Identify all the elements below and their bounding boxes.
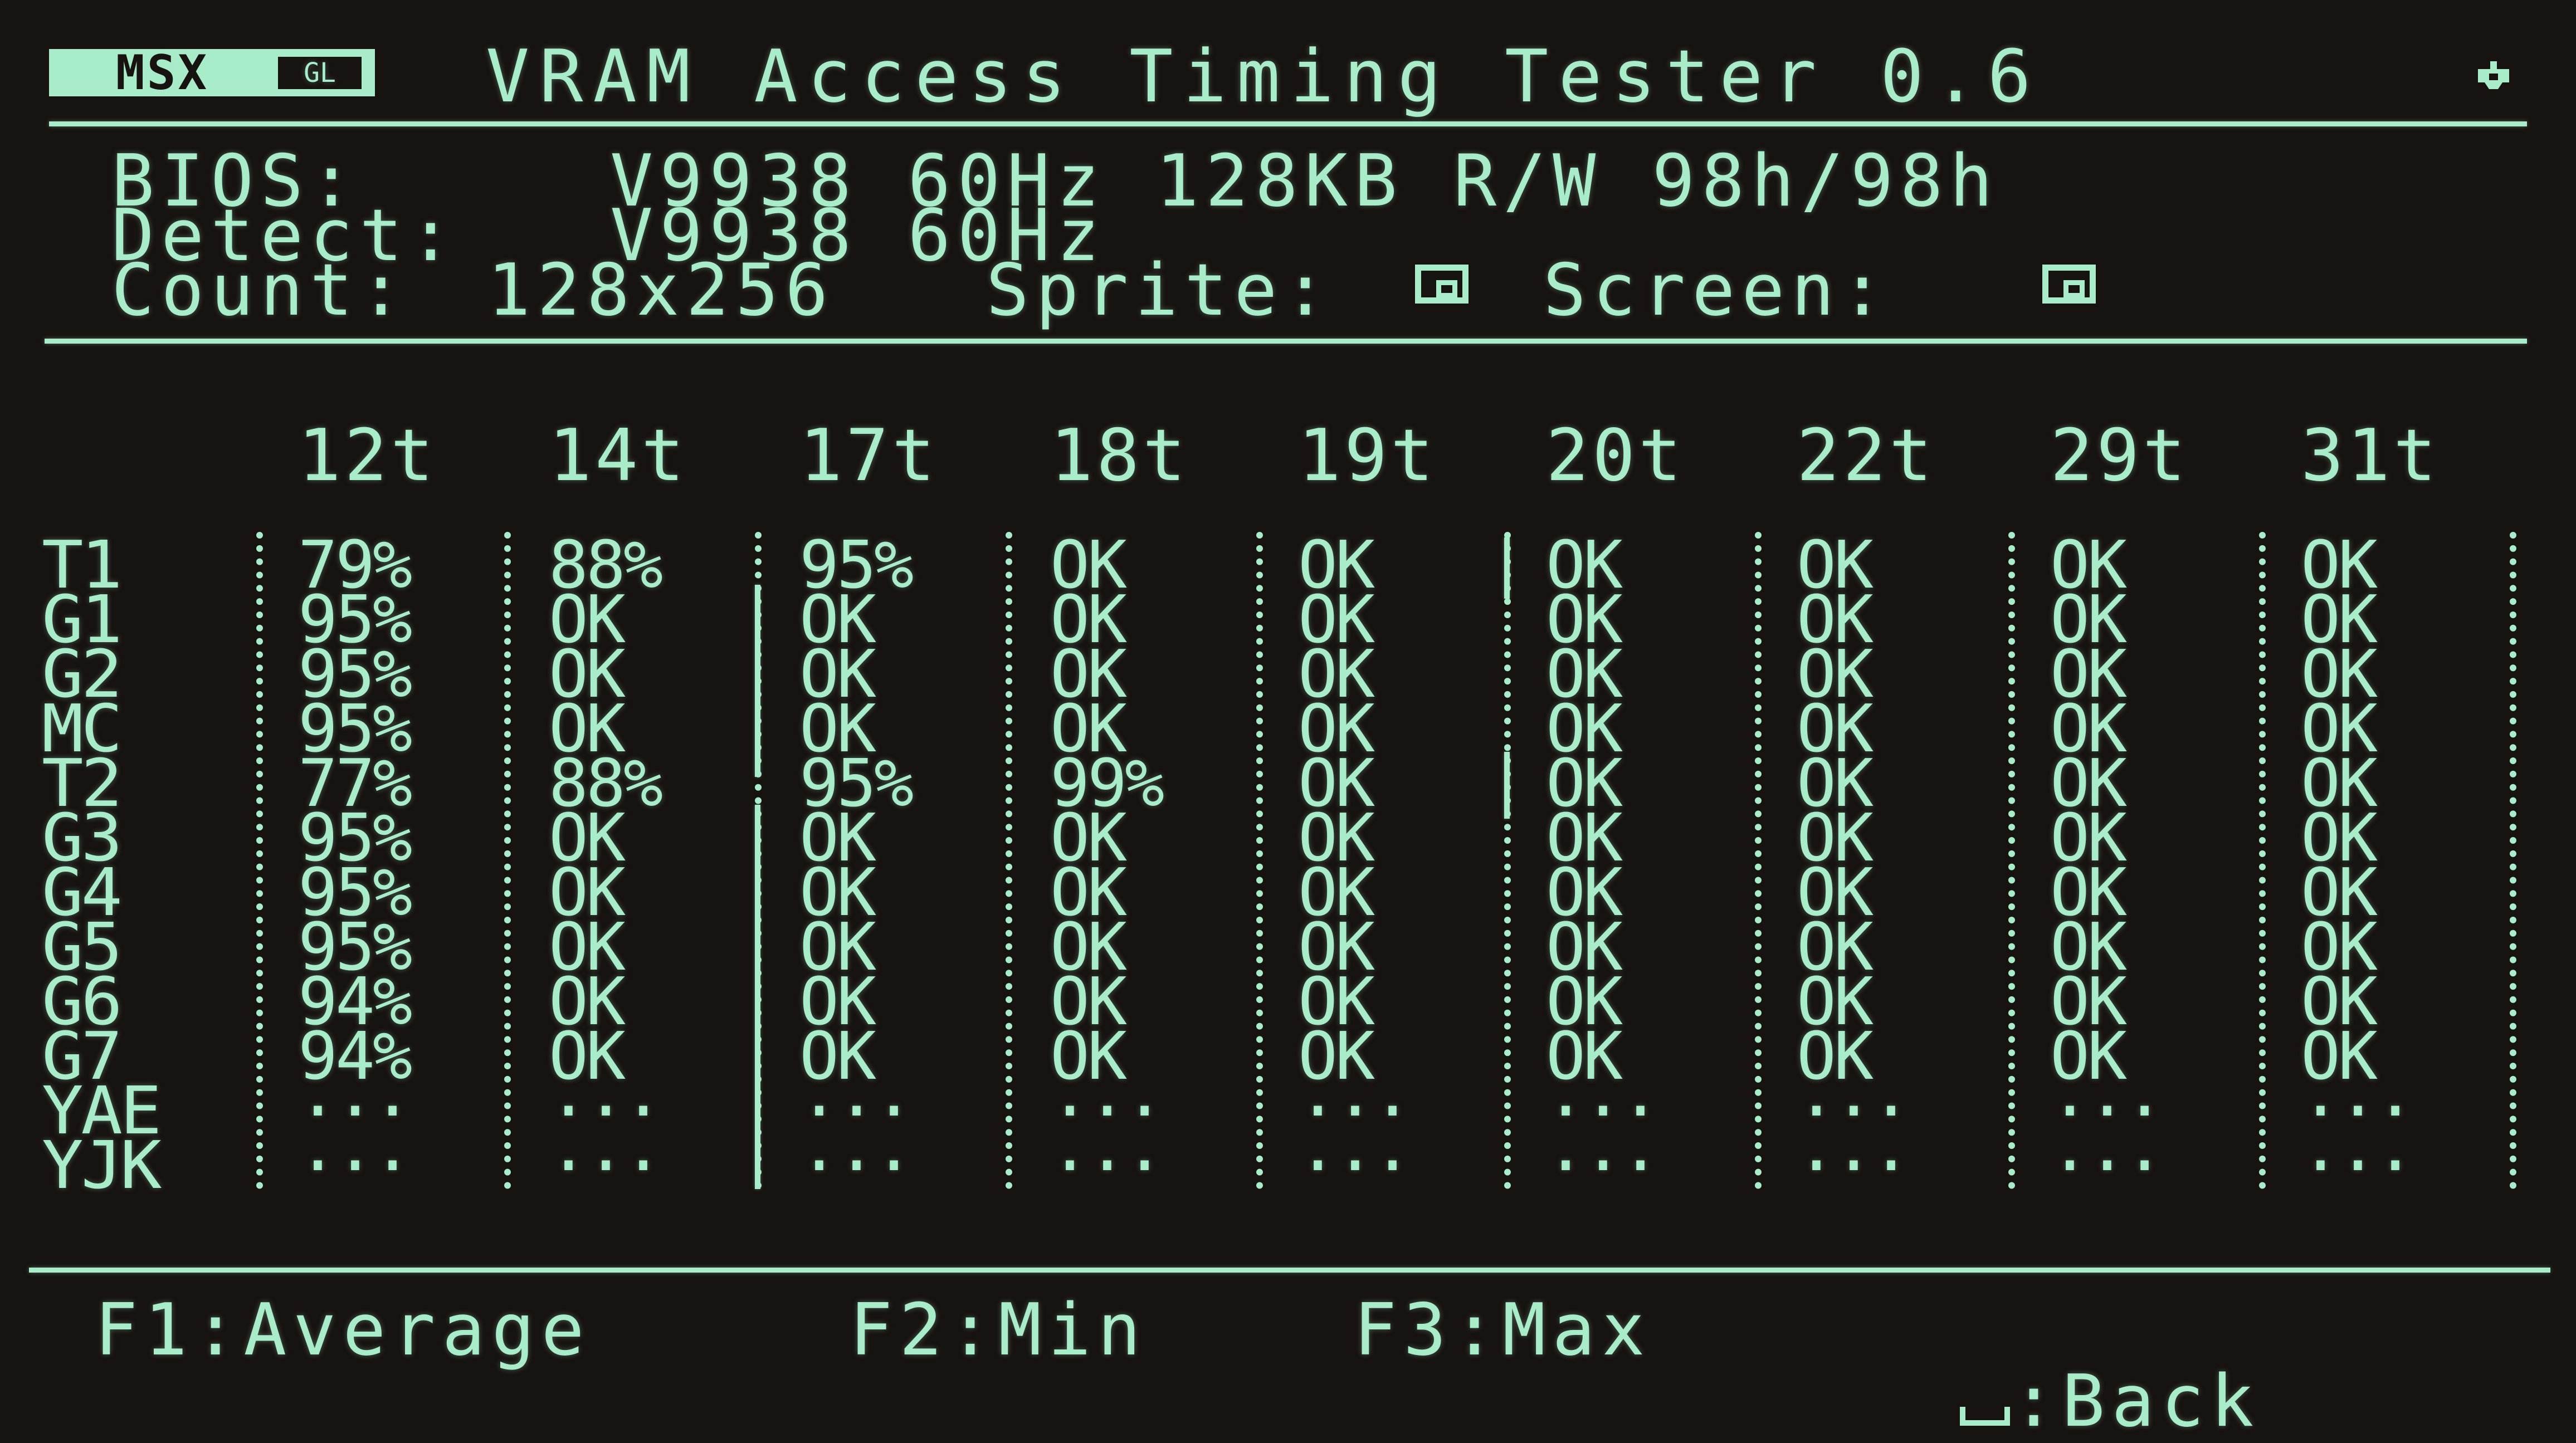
column-header: 18t: [1050, 414, 1189, 497]
column-header: 29t: [2050, 414, 2189, 497]
column-separator: [2510, 532, 2516, 1189]
timing-boundary-line: [1504, 752, 1510, 819]
column-separator: [504, 532, 511, 1189]
info-divider: [45, 339, 2527, 344]
column-separator: [1755, 532, 1762, 1189]
header-divider: [49, 121, 2527, 126]
table-cell: ···: [549, 1127, 663, 1204]
column-separator: [2259, 532, 2266, 1189]
table-cell: ···: [298, 1127, 412, 1204]
table-cell: ···: [1797, 1127, 1911, 1204]
column-separator: [1006, 532, 1012, 1189]
timing-boundary-line: [755, 585, 760, 777]
timing-boundary-line: [1504, 537, 1510, 599]
f2-min-key[interactable]: F2:Min: [850, 1295, 1147, 1366]
back-key[interactable]: :Back: [1861, 1295, 2260, 1437]
space-key-icon: [1960, 1407, 2011, 1426]
count-label: Count:: [111, 249, 409, 332]
logo-subtext: GL: [278, 56, 362, 89]
column-separator: [1256, 532, 1263, 1189]
table-cell: ···: [1546, 1127, 1660, 1204]
sprite-checkbox-icon[interactable]: [1415, 265, 1468, 304]
column-header: 17t: [799, 414, 939, 497]
column-separator: [2008, 532, 2015, 1189]
gamepad-icon: [2478, 61, 2509, 89]
table-cell: ···: [2050, 1127, 2164, 1204]
column-header: 22t: [1797, 414, 1936, 497]
column-header: 14t: [549, 414, 688, 497]
count-value: 128x256: [487, 249, 835, 332]
screen-label: Screen:: [1543, 249, 1891, 332]
table-cell: ···: [799, 1127, 914, 1204]
column-header: 12t: [298, 414, 437, 497]
timing-boundary-line: [755, 805, 760, 1189]
f3-max-key[interactable]: F3:Max: [1354, 1295, 1651, 1366]
back-label: :Back: [2012, 1360, 2261, 1443]
footer-divider: [29, 1268, 2550, 1273]
column-separator: [1504, 532, 1511, 1189]
table-cell: ···: [1050, 1127, 1164, 1204]
sprite-label: Sprite:: [986, 249, 1334, 332]
table-cell: ···: [2301, 1127, 2415, 1204]
column-separator: [256, 532, 263, 1189]
msx-logo: MSX GL: [49, 45, 375, 101]
column-header: 20t: [1546, 414, 1685, 497]
app-title: VRAM Access Timing Tester 0.6: [486, 34, 2041, 119]
f1-average-key[interactable]: F1:Average: [95, 1295, 591, 1366]
row-label: YJK: [42, 1127, 162, 1204]
screen-checkbox-icon[interactable]: [2042, 265, 2096, 304]
column-header: 19t: [1298, 414, 1437, 497]
table-cell: ···: [1298, 1127, 1412, 1204]
column-header: 31t: [2301, 414, 2440, 497]
logo-text: MSX: [115, 45, 209, 101]
